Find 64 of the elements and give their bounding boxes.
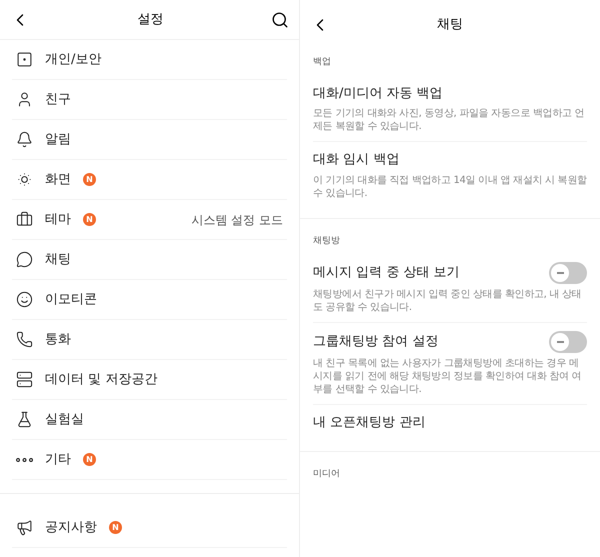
row-label: 이모티콘 (45, 290, 97, 309)
row-label: 채팅 (45, 250, 71, 269)
screen-title: 채팅 (436, 16, 464, 34)
settings-row[interactable]: 화면 N (12, 160, 287, 200)
bell-icon (16, 131, 33, 148)
setting-item[interactable]: 그룹채팅방 참여 설정 내 친구 목록에 없는 사용자가 그룹채팅방에 초대하는 경우 메시지를 읽기 전에 해당 채팅방의 정보를 확인하여 대화 참여 여부를 선택할 수 있습니다. (313, 323, 587, 405)
new-badge: N (83, 213, 96, 226)
minus-icon (556, 341, 564, 343)
settings-row[interactable]: 공지사항 N (12, 508, 287, 548)
setting-title: 대화/미디어 자동 백업 (313, 84, 444, 102)
setting-description: 내 친구 목록에 없는 사용자가 그룹채팅방에 초대하는 경우 메시지를 읽기 전에 해당 채팅방의 정보를 확인하여 대화 참여 여부를 선택할 수 있습니다. (313, 357, 582, 396)
phone-icon (16, 331, 33, 348)
megaphone-icon (16, 519, 33, 536)
setting-item[interactable]: 메시지 입력 중 상태 보기 채팅방에서 친구가 메시지 입력 중인 상태를 확인하고, 내 상태도 공유할 수 있습니다. (313, 254, 587, 323)
smiley-icon (16, 291, 33, 308)
setting-item[interactable]: 내 오픈채팅방 관리 (313, 405, 587, 440)
row-label: 개인/보안 (45, 50, 102, 69)
flask-icon (16, 411, 33, 428)
row-label: 테마 (45, 210, 71, 229)
section-heading: 미디어 (313, 468, 341, 480)
row-label: 기타 (45, 450, 71, 469)
settings-row[interactable]: 이모티콘 (12, 280, 287, 320)
lock-square-icon (16, 51, 33, 68)
toggle-switch[interactable] (549, 331, 587, 353)
row-label: 알림 (45, 130, 71, 149)
storage-icon (16, 371, 33, 388)
new-badge: N (83, 453, 96, 466)
person-icon (16, 91, 33, 108)
setting-item[interactable]: 대화 임시 백업 이 기기의 대화를 직접 백업하고 14일 이내 앱 재설치 시 복원할 수 있습니다. (313, 142, 587, 208)
setting-title: 내 오픈채팅방 관리 (313, 414, 426, 432)
row-label: 통화 (45, 330, 71, 349)
setting-description: 모든 기기의 대화와 사진, 동영상, 파일을 자동으로 백업하고 언제든 복원할 수 있습니다. (313, 107, 586, 133)
settings-row[interactable]: 실험실 (12, 400, 287, 440)
setting-item[interactable]: 대화/미디어 자동 백업 모든 기기의 대화와 사진, 동영상, 파일을 자동으로 백업하고 언제든 복원할 수 있습니다. (313, 76, 587, 142)
settings-row[interactable]: 테마 N 시스템 설정 모드 (12, 200, 287, 240)
section-heading: 채팅방 (313, 234, 341, 248)
more-icon (16, 458, 33, 462)
row-label: 실험실 (45, 410, 84, 429)
setting-title: 메시지 입력 중 상태 보기 (313, 264, 461, 282)
setting-title: 대화 임시 백업 (313, 151, 400, 169)
row-value: 시스템 설정 모드 (191, 212, 283, 228)
setting-description: 채팅방에서 친구가 메시지 입력 중인 상태를 확인하고, 내 상태도 공유할 수 있습니다. (313, 288, 582, 314)
screen-title: 설정 (136, 10, 164, 29)
settings-row[interactable]: 데이터 및 저장공간 (12, 360, 287, 400)
new-badge: N (109, 521, 122, 534)
row-label: 화면 (45, 170, 71, 189)
settings-row[interactable]: 친구 (12, 80, 287, 120)
toggle-switch[interactable] (549, 262, 587, 284)
section-heading: 백업 (313, 56, 332, 69)
bag-icon (16, 211, 33, 228)
search-icon[interactable] (271, 10, 289, 28)
setting-description: 이 기기의 대화를 직접 백업하고 14일 이내 앱 재설치 시 복원할 수 있습니다. (313, 174, 587, 200)
settings-row[interactable]: 개인/보안 (12, 40, 287, 80)
row-label: 공지사항 (45, 518, 97, 537)
settings-row[interactable]: 채팅 (12, 240, 287, 280)
setting-title: 그룹채팅방 참여 설정 (313, 333, 440, 352)
settings-row[interactable]: 통화 (12, 320, 287, 360)
new-badge: N (83, 173, 96, 186)
settings-row[interactable]: 기타 N (12, 440, 287, 480)
row-label: 친구 (45, 90, 71, 109)
speech-bubble-icon (16, 251, 33, 268)
row-label: 데이터 및 저장공간 (45, 370, 158, 389)
settings-row[interactable]: 알림 (12, 120, 287, 160)
minus-icon (556, 272, 564, 274)
